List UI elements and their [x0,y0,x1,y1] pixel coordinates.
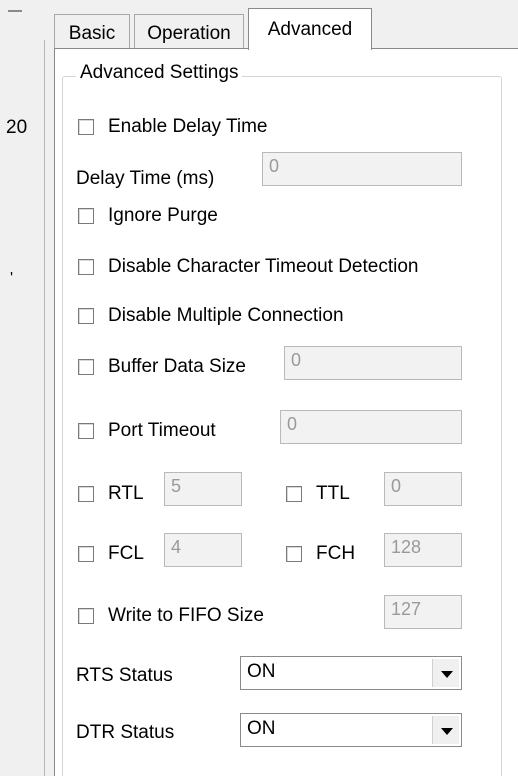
fch-label: FCH [316,543,356,564]
dtr-status-select[interactable]: ON [240,713,462,747]
disable-char-timeout-checkbox[interactable] [78,259,94,275]
ignore-purge-checkbox[interactable] [78,208,94,224]
fcl-input[interactable]: 4 [164,533,242,567]
fcl-label: FCL [108,543,144,564]
side-text-fragment: 20 [6,117,28,138]
group-legend: Advanced Settings [76,62,243,84]
chevron-down-icon [441,671,453,678]
ttl-input[interactable]: 0 [384,472,462,506]
fch-checkbox[interactable] [286,546,302,562]
rtl-label: RTL [108,483,144,504]
disable-char-timeout-label: Disable Character Timeout Detection [108,256,419,277]
fcl-checkbox[interactable] [78,546,94,562]
rts-status-value: ON [247,661,276,682]
buffer-size-input[interactable]: 0 [284,346,462,380]
ttl-checkbox[interactable] [286,486,302,502]
enable-delay-checkbox[interactable] [78,119,94,135]
fifo-label: Write to FIFO Size [108,605,264,626]
buffer-size-label: Buffer Data Size [108,356,247,377]
disable-multi-connection-label: Disable Multiple Connection [108,305,344,326]
disable-multi-connection-checkbox[interactable] [78,308,94,324]
delay-time-label: Delay Time (ms) [76,168,215,189]
tab-operation[interactable]: Operation [134,14,244,50]
rts-status-select[interactable]: ON [240,656,462,690]
tab-advanced[interactable]: Advanced [248,8,372,50]
dtr-status-value: ON [247,718,276,739]
tab-label: Advanced [267,19,353,40]
left-border-line [44,40,45,776]
tab-label: Basic [68,23,116,44]
port-timeout-input[interactable]: 0 [280,410,462,444]
ttl-label: TTL [316,483,350,504]
fifo-input[interactable]: 127 [384,595,462,629]
enable-delay-label: Enable Delay Time [108,116,268,137]
ignore-purge-label: Ignore Purge [108,205,218,226]
rts-status-label: RTS Status [76,665,173,686]
buffer-size-checkbox[interactable] [78,359,94,375]
dtr-dropdown-button[interactable] [432,716,459,744]
chevron-down-icon [441,728,453,735]
side-text-fragment: ' [10,270,14,287]
port-timeout-checkbox[interactable] [78,423,94,439]
rts-dropdown-button[interactable] [432,659,459,687]
fch-input[interactable]: 128 [384,533,462,567]
tab-basic[interactable]: Basic [54,14,130,50]
port-timeout-label: Port Timeout [108,420,216,441]
left-divider-tick [8,10,22,12]
rtl-checkbox[interactable] [78,486,94,502]
dtr-status-label: DTR Status [76,722,175,743]
fifo-checkbox[interactable] [78,608,94,624]
tab-label: Operation [147,23,231,44]
rtl-input[interactable]: 5 [164,472,242,506]
delay-time-input[interactable]: 0 [262,152,462,186]
